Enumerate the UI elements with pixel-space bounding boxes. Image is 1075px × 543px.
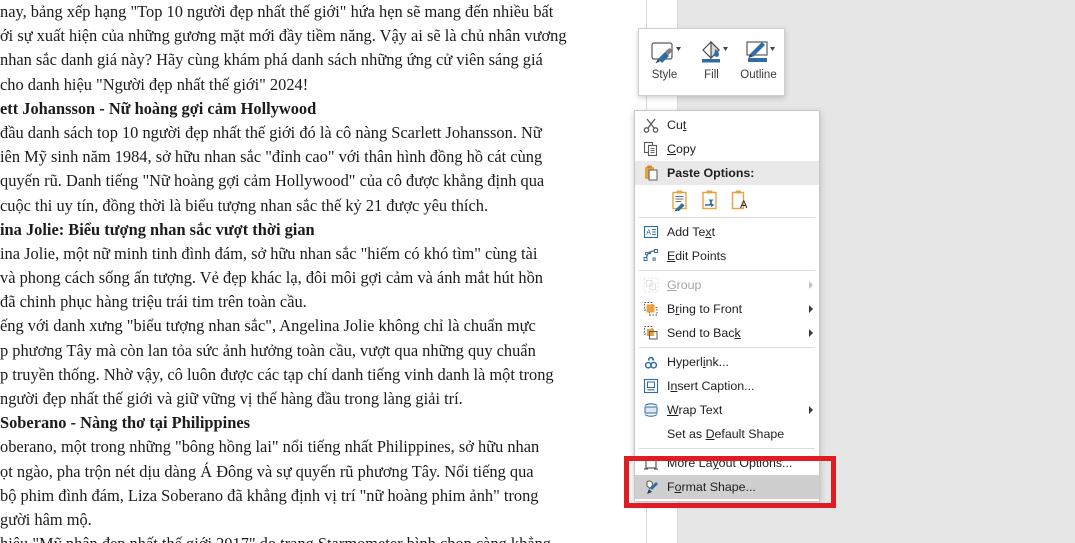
menu-item-cut[interactable]: Cut	[635, 113, 819, 137]
document-line: oberano, một trong những "bông hồng lai"…	[0, 437, 540, 457]
wrap-text-icon	[635, 398, 667, 422]
menu-item-label: Group	[667, 278, 702, 292]
svg-text:A: A	[740, 199, 748, 211]
mini-toolbar-fill-label: Fill	[704, 69, 719, 81]
menu-item-wrap-text[interactable]: Wrap Text	[635, 398, 819, 422]
shape-outline-icon	[738, 36, 780, 68]
document-line: người đẹp nhất thế giới và giữ vững vị t…	[0, 389, 463, 408]
group-icon	[635, 273, 667, 297]
more-layout-options-icon	[635, 451, 667, 475]
menu-separator	[639, 347, 815, 348]
menu-item-label: More Layout Options...	[667, 456, 793, 470]
menu-item-label: Copy	[667, 142, 696, 156]
menu-separator	[639, 270, 815, 271]
document-page[interactable]: nay, bảng xếp hạng "Top 10 người đẹp nhấ…	[0, 0, 646, 543]
paste-picture-icon[interactable]	[697, 187, 723, 213]
menu-item-label: Bring to Front	[667, 302, 743, 316]
chevron-right-icon	[803, 405, 819, 415]
document-line: iên Mỹ sinh năm 1984, sở hữu nhan sắc "đ…	[0, 147, 543, 167]
mini-toolbar-fill-button[interactable]: Fill	[688, 33, 735, 93]
document-line: p truyền thống. Nhờ vậy, cô luôn được cá…	[0, 364, 554, 384]
menu-icon-empty	[635, 422, 667, 446]
document-line: ếng với danh xưng "biểu tượng nhan sắc",…	[0, 316, 536, 336]
shape-context-menu[interactable]: Cut Copy Paste Options: A A Add Text Edit Poin…	[634, 110, 820, 502]
menu-item-insert-caption[interactable]: Insert Caption...	[635, 374, 819, 398]
shape-mini-toolbar[interactable]: Style Fill Outline	[638, 28, 785, 96]
document-line: nay, bảng xếp hạng "Top 10 người đẹp nhấ…	[0, 2, 554, 21]
document-line: hiệu "Mỹ nhân đẹp nhất thế giới 2017" do…	[0, 532, 600, 543]
document-line: gười hâm mộ.	[0, 509, 92, 529]
format-shape-icon	[635, 475, 667, 499]
menu-item-label: Paste Options:	[667, 166, 755, 180]
menu-item-label: Insert Caption...	[667, 379, 755, 393]
send-to-back-icon	[635, 321, 667, 345]
document-line: ett Johansson - Nữ hoàng gợi cảm Hollywo…	[0, 98, 317, 118]
menu-item-label: Add Text	[667, 225, 716, 239]
menu-item-send-to-back[interactable]: Send to Back	[635, 321, 819, 345]
menu-item-label: Send to Back	[667, 326, 741, 340]
chevron-right-icon	[803, 304, 819, 314]
menu-item-format-shape[interactable]: Format Shape...	[635, 475, 819, 499]
document-line: ina Jolie: Biểu tượng nhan sắc vượt thời…	[0, 219, 315, 239]
paste-keep-source-formatting-icon[interactable]	[667, 187, 693, 213]
document-line: nhan sắc danh giá này? Hãy cùng khám phá…	[0, 50, 543, 70]
paste-keep-text-only-icon[interactable]: A	[727, 187, 753, 213]
menu-item-label: Edit Points	[667, 249, 727, 263]
document-line: ới sự xuất hiện của những gương mặt mới …	[0, 26, 567, 46]
menu-item-set-as-default-shape[interactable]: Set as Default Shape	[635, 422, 819, 446]
document-line: bộ phim đình đám, Liza Soberano đã khẳng…	[0, 485, 539, 505]
edit-points-icon	[635, 244, 667, 268]
menu-separator	[639, 448, 815, 449]
add-text-icon: A	[635, 220, 667, 244]
document-line: cho danh hiệu "Người đẹp nhất thế giới" …	[0, 74, 309, 94]
menu-item-hyperlink[interactable]: Hyperlink...	[635, 350, 819, 374]
menu-separator	[639, 217, 815, 218]
document-line: đã chinh phục hàng triệu trái tim trên t…	[0, 292, 307, 312]
menu-item-bring-to-front[interactable]: Bring to Front	[635, 297, 819, 321]
paste-icon	[635, 161, 667, 185]
document-line: Soberano - Nàng thơ tại Philippines	[0, 413, 250, 433]
menu-item-label: Format Shape...	[667, 480, 756, 494]
document-line: p phương Tây mà còn lan tỏa sức ảnh hưởn…	[0, 340, 536, 360]
menu-item-group: Group	[635, 273, 819, 297]
menu-item-label: Cut	[667, 118, 687, 132]
shape-fill-icon	[691, 36, 733, 68]
menu-item-label: Hyperlink...	[667, 355, 729, 369]
hyperlink-icon	[635, 350, 667, 374]
menu-item-paste-options[interactable]: Paste Options:	[635, 161, 819, 185]
copy-icon	[635, 137, 667, 161]
shape-style-icon	[644, 36, 686, 68]
document-line: ọt ngào, pha trộn nét dịu dàng Á Đông và…	[0, 461, 534, 481]
menu-item-edit-points[interactable]: Edit Points	[635, 244, 819, 268]
menu-item-label: Set as Default Shape	[667, 427, 785, 441]
word-document-window: nay, bảng xếp hạng "Top 10 người đẹp nhấ…	[0, 0, 1075, 543]
document-line: đầu danh sách top 10 người đẹp nhất thế …	[0, 122, 542, 142]
cut-icon	[635, 113, 667, 137]
mini-toolbar-style-label: Style	[651, 69, 678, 81]
menu-item-copy[interactable]: Copy	[635, 137, 819, 161]
insert-caption-icon	[635, 374, 667, 398]
chevron-right-icon	[803, 280, 819, 290]
bring-to-front-icon	[635, 297, 667, 321]
document-body-text[interactable]: nay, bảng xếp hạng "Top 10 người đẹp nhấ…	[0, 0, 600, 543]
mini-toolbar-outline-button[interactable]: Outline	[735, 33, 782, 93]
paste-options-row[interactable]: A	[635, 185, 819, 215]
menu-item-add-text[interactable]: A Add Text	[635, 220, 819, 244]
chevron-right-icon	[803, 328, 819, 338]
menu-item-label: Wrap Text	[667, 403, 723, 417]
document-line: ina Jolie, một nữ minh tinh đình đám, sở…	[0, 243, 538, 263]
menu-item-more-layout-options[interactable]: More Layout Options...	[635, 451, 819, 475]
mini-toolbar-outline-label: Outline	[740, 69, 777, 81]
mini-toolbar-style-button[interactable]: Style	[641, 33, 688, 93]
document-line: và phong cách sống ấn tượng. Vẻ đẹp khác…	[0, 268, 544, 288]
document-line: quyến rũ. Danh tiếng "Nữ hoàng gợi cảm H…	[0, 171, 545, 191]
document-line: cuộc thi uy tín, đồng thời là biểu tượng…	[0, 195, 489, 215]
svg-text:A: A	[646, 229, 651, 236]
